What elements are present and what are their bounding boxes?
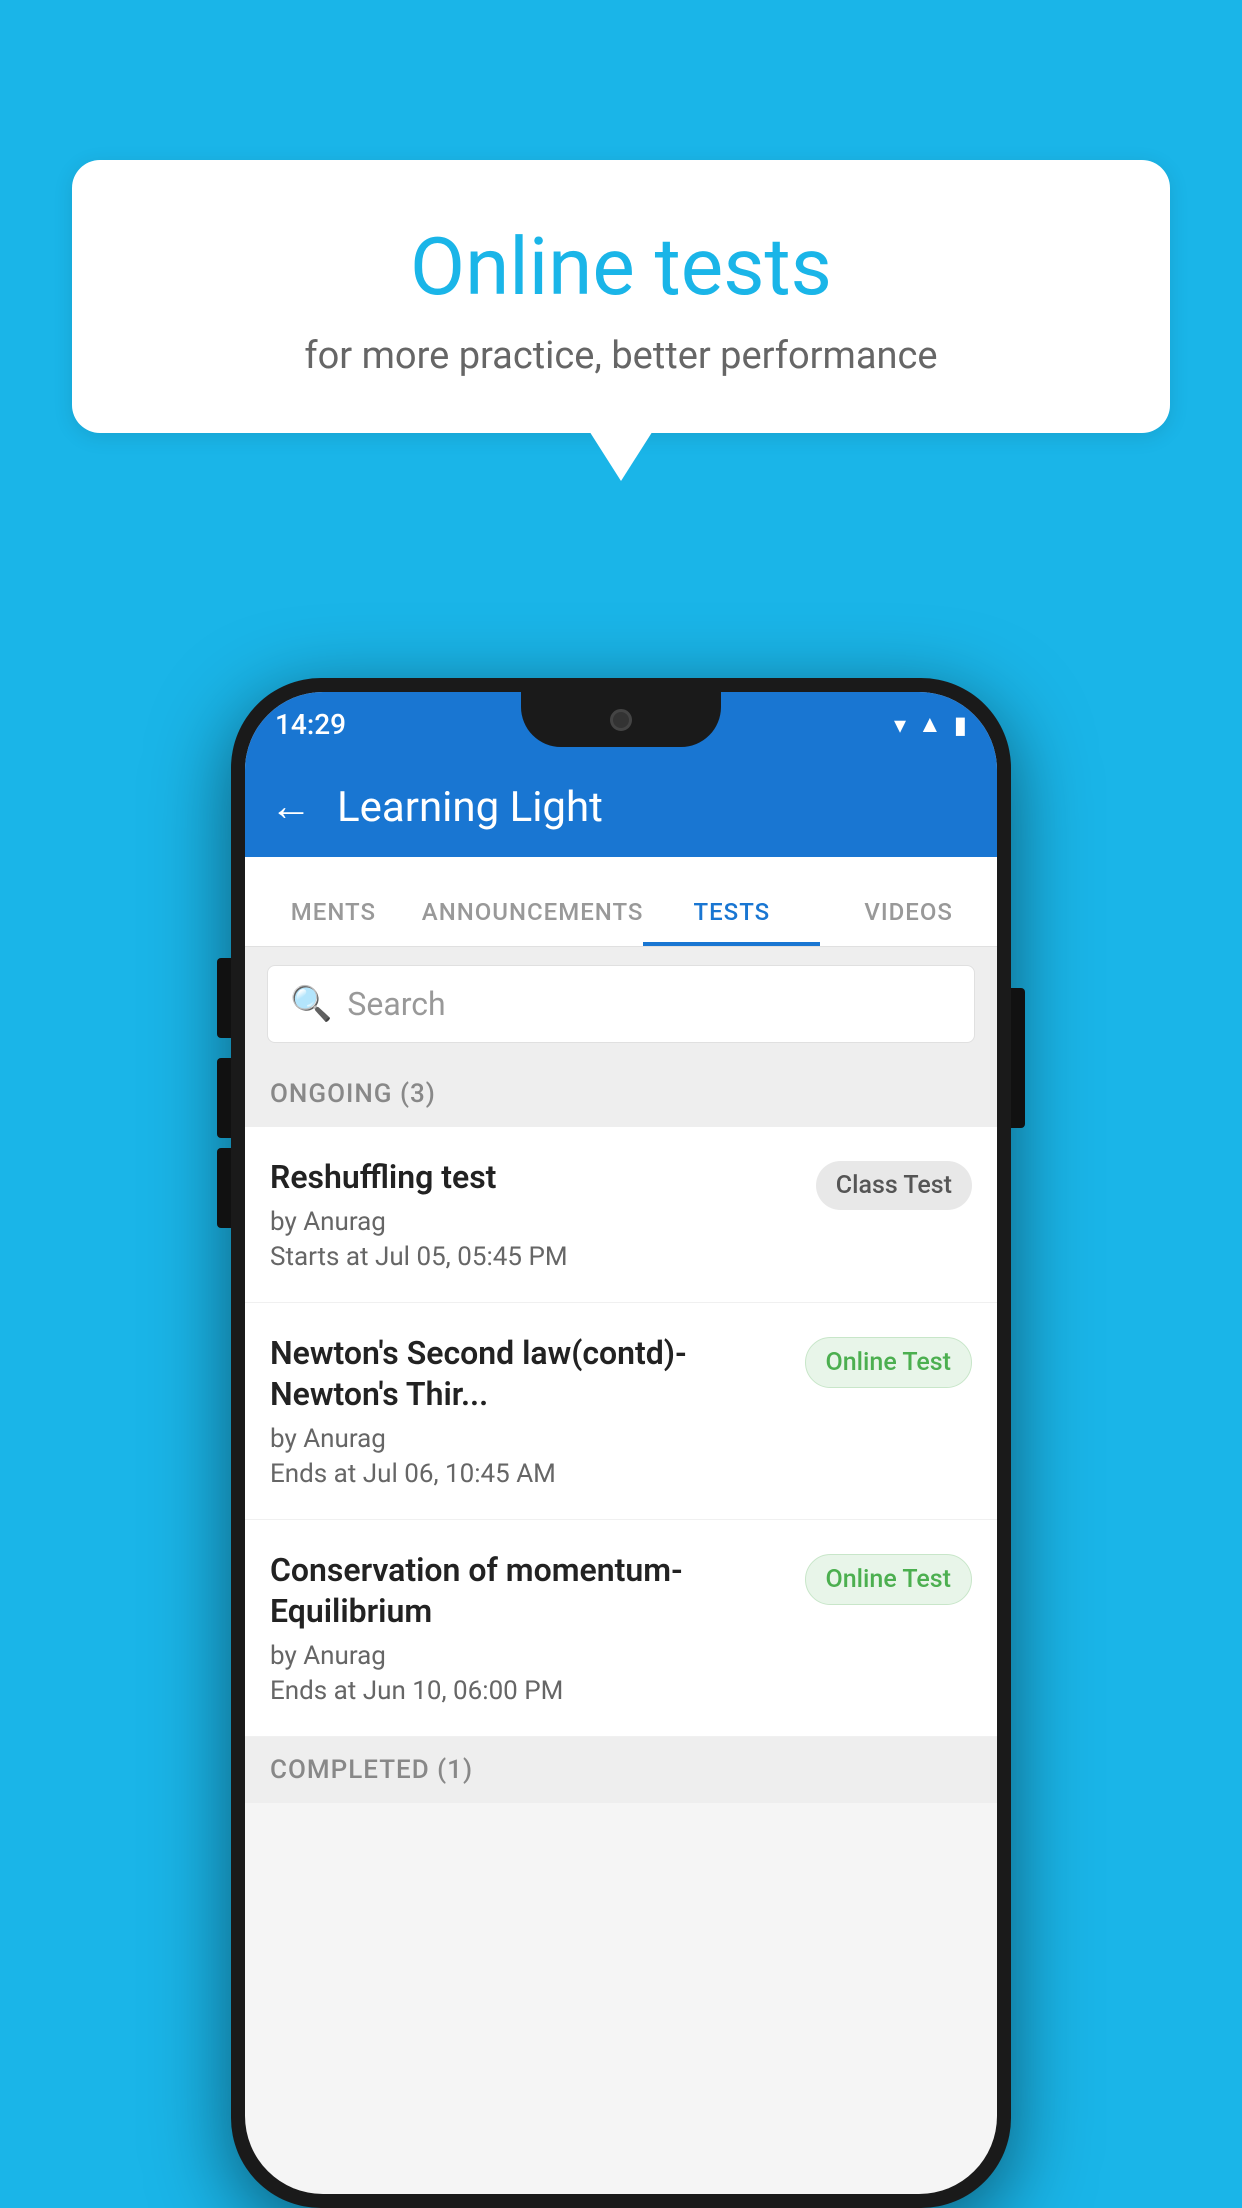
test-badge-online: Online Test [805,1337,972,1388]
test-date: Ends at Jun 10, 06:00 PM [270,1676,785,1706]
phone-outer: 14:29 ▾ ▲ ▮ ← Learning Light MENTS ANNOU… [231,678,1011,2208]
test-badge-online-2: Online Test [805,1554,972,1605]
signal-icon: ▲ [918,710,942,739]
tab-videos[interactable]: VIDEOS [820,898,997,946]
phone-notch [521,692,721,747]
speech-bubble: Online tests for more practice, better p… [72,160,1170,433]
test-name: Reshuffling test [270,1157,796,1199]
search-icon: 🔍 [290,984,332,1024]
test-date: Ends at Jul 06, 10:45 AM [270,1459,785,1489]
app-bar-title: Learning Light [337,783,603,832]
back-button[interactable]: ← [270,786,312,828]
search-placeholder: Search [347,985,445,1023]
test-name: Conservation of momentum-Equilibrium [270,1550,785,1633]
test-date: Starts at Jul 05, 05:45 PM [270,1242,796,1272]
speech-bubble-subtitle: for more practice, better performance [122,334,1120,378]
test-badge-class: Class Test [816,1161,972,1210]
test-item[interactable]: Newton's Second law(contd)-Newton's Thir… [245,1303,997,1520]
speech-bubble-container: Online tests for more practice, better p… [72,160,1170,433]
test-item[interactable]: Conservation of momentum-Equilibrium by … [245,1520,997,1737]
status-icons: ▾ ▲ ▮ [894,710,967,739]
test-info: Newton's Second law(contd)-Newton's Thir… [270,1333,785,1489]
test-info: Reshuffling test by Anurag Starts at Jul… [270,1157,796,1272]
phone-frame: 14:29 ▾ ▲ ▮ ← Learning Light MENTS ANNOU… [231,678,1011,2208]
test-name: Newton's Second law(contd)-Newton's Thir… [270,1333,785,1416]
ongoing-section-header: ONGOING (3) [245,1061,997,1127]
completed-section-header: COMPLETED (1) [245,1737,997,1803]
app-bar: ← Learning Light [245,757,997,857]
tab-ments[interactable]: MENTS [245,898,422,946]
tabs-bar: MENTS ANNOUNCEMENTS TESTS VIDEOS [245,857,997,947]
test-item[interactable]: Reshuffling test by Anurag Starts at Jul… [245,1127,997,1303]
battery-icon: ▮ [954,711,967,739]
test-list: Reshuffling test by Anurag Starts at Jul… [245,1127,997,1737]
test-by: by Anurag [270,1207,796,1237]
test-by: by Anurag [270,1641,785,1671]
speech-bubble-title: Online tests [122,220,1120,314]
test-by: by Anurag [270,1424,785,1454]
camera [610,709,632,731]
tab-tests[interactable]: TESTS [643,898,820,946]
tab-announcements[interactable]: ANNOUNCEMENTS [422,898,644,946]
test-info: Conservation of momentum-Equilibrium by … [270,1550,785,1706]
wifi-icon: ▾ [894,711,906,739]
search-bar: 🔍 Search [245,947,997,1061]
phone-inner: 14:29 ▾ ▲ ▮ ← Learning Light MENTS ANNOU… [245,692,997,2194]
search-input-wrapper[interactable]: 🔍 Search [267,965,975,1043]
status-time: 14:29 [275,708,346,741]
